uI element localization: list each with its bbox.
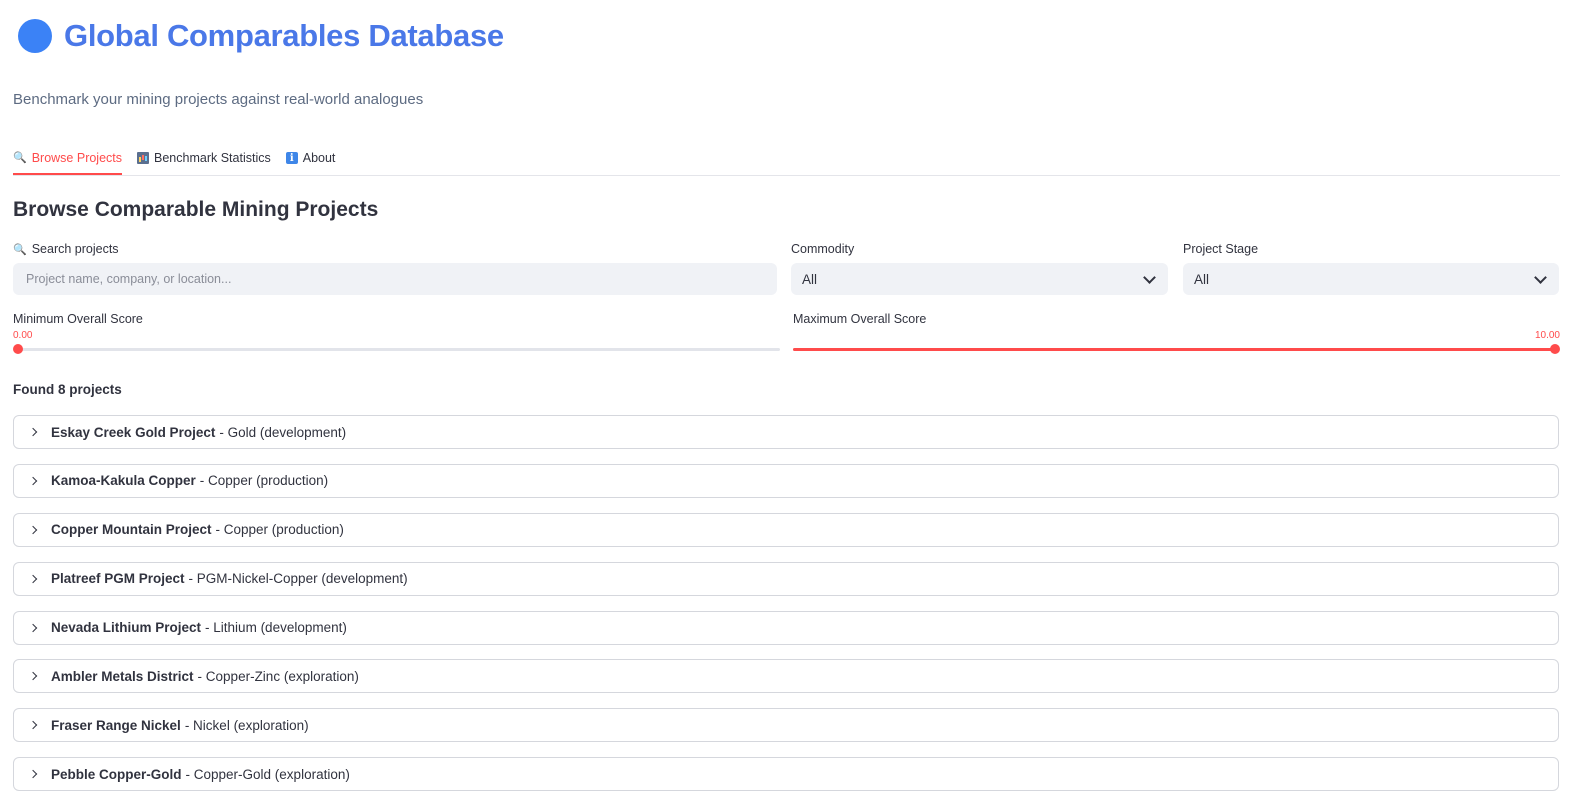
project-name: Ambler Metals District [51, 668, 194, 684]
tab-label: Browse Projects [31, 150, 123, 165]
tab-label: About [302, 151, 336, 165]
max-score-slider-thumb[interactable] [1550, 344, 1560, 354]
project-detail: - Gold (development) [219, 424, 347, 440]
project-detail: - Copper (production) [215, 522, 344, 538]
tab-label: Benchmark Statistics [154, 151, 271, 165]
project-stage-select-value: All [1194, 271, 1210, 287]
project-expander[interactable]: Fraser Range Nickel - Nickel (exploration… [13, 708, 1559, 743]
info-icon: i [285, 152, 298, 164]
project-expander[interactable]: Pebble Copper-Gold - Copper-Gold (explora… [13, 757, 1559, 792]
tab-bar: 🔍 Browse Projects Benchmark Statistics i… [13, 142, 1560, 176]
page: Global Comparables Database Benchmark yo… [0, 0, 1571, 800]
project-stage-select[interactable]: All [1183, 263, 1559, 295]
app-header: Global Comparables Database [18, 16, 504, 56]
project-expander[interactable]: Platreef PGM Project - PGM-Nickel-Copper … [13, 561, 1559, 596]
project-expander[interactable]: Eskay Creek Gold Project - Gold (developm… [13, 415, 1559, 449]
max-score-label: Maximum Overall Score [793, 312, 927, 326]
commodity-select-value: All [802, 271, 818, 287]
tab-browse-projects[interactable]: 🔍 Browse Projects [13, 142, 123, 175]
min-score-label: Minimum Overall Score [13, 312, 143, 326]
project-detail: - Copper (production) [199, 473, 329, 489]
search-input-container [13, 263, 777, 295]
project-detail: - Copper-Zinc (exploration) [197, 668, 359, 684]
chevron-down-icon [1143, 270, 1156, 284]
project-name: Fraser Range Nickel [51, 717, 181, 733]
chevron-right-icon [28, 769, 38, 779]
commodity-select[interactable]: All [791, 263, 1168, 295]
project-list: Eskay Creek Gold Project - Gold (developm… [13, 415, 1559, 800]
project-stage-label: Project Stage [1183, 242, 1259, 256]
project-name: Platreef PGM Project [51, 571, 185, 587]
page-subtitle: Benchmark your mining projects against r… [13, 91, 424, 108]
chevron-right-icon [28, 525, 38, 535]
tab-about[interactable]: i About [285, 142, 336, 174]
chevron-down-icon [1534, 270, 1547, 284]
magnifier-icon: 🔍 [13, 243, 27, 256]
project-name: Copper Mountain Project [51, 522, 212, 538]
project-detail: - Lithium (development) [205, 620, 347, 636]
project-expander[interactable]: Nevada Lithium Project - Lithium (develop… [13, 610, 1559, 645]
project-expander[interactable]: Ambler Metals District - Copper-Zinc (exp… [13, 659, 1559, 694]
project-detail: - Copper-Gold (exploration) [185, 766, 350, 782]
chevron-right-icon [28, 574, 38, 583]
max-score-value: 10.00 [1534, 330, 1560, 341]
chevron-right-icon [28, 623, 38, 632]
blue-circle-icon [18, 19, 52, 53]
max-score-slider-fill [793, 348, 1555, 351]
search-input[interactable] [24, 271, 766, 287]
search-label-text: Search projects [31, 242, 119, 256]
tab-benchmark-statistics[interactable]: Benchmark Statistics [137, 142, 271, 174]
project-detail: - PGM-Nickel-Copper (development) [188, 571, 408, 587]
chevron-right-icon [28, 721, 38, 730]
section-title: Browse Comparable Mining Projects [13, 198, 379, 221]
min-score-slider-thumb[interactable] [13, 344, 23, 354]
results-count: Found 8 projects [13, 382, 122, 397]
project-name: Kamoa-Kakula Copper [51, 473, 196, 489]
project-name: Eskay Creek Gold Project [51, 424, 216, 440]
project-detail: - Nickel (exploration) [184, 717, 309, 733]
magnifier-icon: 🔍 [13, 152, 27, 164]
chevron-right-icon [28, 476, 38, 486]
commodity-label: Commodity [791, 242, 855, 256]
page-title: Global Comparables Database [64, 18, 504, 53]
chevron-right-icon [28, 672, 38, 681]
bar-chart-icon [137, 152, 150, 164]
chevron-right-icon [28, 427, 38, 437]
project-name: Nevada Lithium Project [51, 620, 202, 636]
project-name: Pebble Copper-Gold [51, 766, 182, 782]
project-expander[interactable]: Kamoa-Kakula Copper - Copper (production) [13, 463, 1559, 498]
project-expander[interactable]: Copper Mountain Project - Copper (product… [13, 512, 1559, 547]
min-score-slider[interactable] [13, 344, 780, 354]
max-score-slider[interactable] [793, 344, 1560, 354]
search-label: 🔍 Search projects [13, 242, 119, 256]
min-score-value: 0.00 [13, 330, 33, 341]
